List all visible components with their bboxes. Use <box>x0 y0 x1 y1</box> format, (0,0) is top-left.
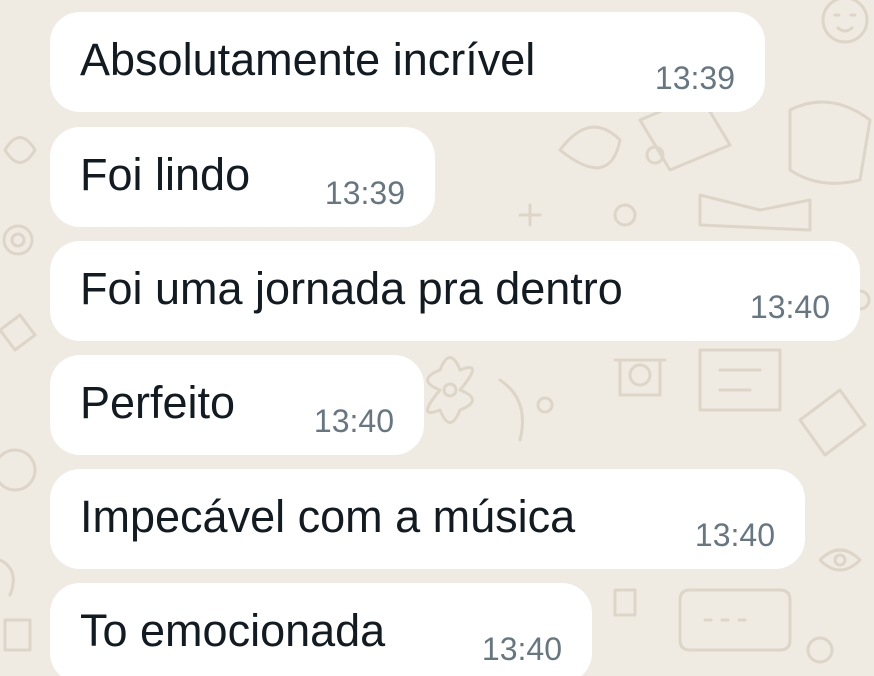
chat-message-list: Absolutamente incrível 13:39 Foi lindo 1… <box>0 0 874 676</box>
message-bubble[interactable]: Foi lindo 13:39 <box>50 127 435 227</box>
message-text: To emocionada <box>80 605 386 656</box>
message-timestamp: 13:40 <box>313 403 394 439</box>
message-timestamp: 13:39 <box>654 60 735 96</box>
message-bubble[interactable]: To emocionada 13:40 <box>50 583 592 676</box>
message-text: Perfeito <box>80 377 236 428</box>
message-bubble[interactable]: Foi uma jornada pra dentro 13:40 <box>50 241 860 341</box>
message-bubble[interactable]: Perfeito 13:40 <box>50 355 424 455</box>
message-text: Impecável com a música <box>80 491 576 542</box>
message-text: Absolutamente incrível <box>80 34 536 85</box>
message-timestamp: 13:39 <box>324 175 405 211</box>
message-bubble[interactable]: Absolutamente incrível 13:39 <box>50 12 765 112</box>
message-timestamp: 13:40 <box>694 517 775 553</box>
message-text: Foi lindo <box>80 149 251 200</box>
message-text: Foi uma jornada pra dentro <box>80 263 623 314</box>
message-timestamp: 13:40 <box>481 631 562 667</box>
message-timestamp: 13:40 <box>749 289 830 325</box>
message-bubble[interactable]: Impecável com a música 13:40 <box>50 469 805 569</box>
